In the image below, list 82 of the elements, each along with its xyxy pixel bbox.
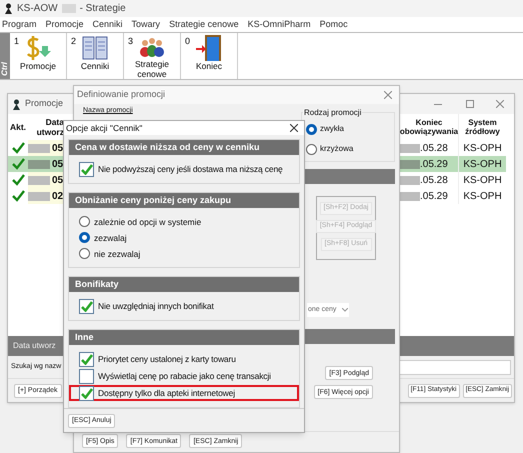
group-label: Rodzaj promocji — [303, 107, 362, 119]
table-cell-text: 05 — [52, 158, 64, 172]
app-icon — [12, 98, 21, 110]
radio-button[interactable] — [79, 248, 90, 260]
menu-item[interactable]: Strategie cenowe — [169, 18, 239, 32]
section-header: Bonifikaty — [69, 277, 299, 292]
table-cell-text: KS-OPH — [463, 158, 502, 172]
toolbar-button[interactable]: 2 Cenniki — [67, 33, 124, 79]
section-header: Inne — [69, 330, 299, 346]
close-icon[interactable] — [290, 124, 298, 132]
toolbar-button[interactable]: 1 Promocje — [10, 33, 67, 79]
dialog-title: Opcje akcji "Cennik" — [66, 122, 142, 135]
checkbox[interactable] — [79, 298, 94, 314]
toolbar-label: Promocje — [19, 61, 57, 71]
column-header: Data utworz — [36, 116, 64, 139]
window-title: KS-AOW — [17, 2, 58, 16]
checkbox-label: Priorytet ceny ustalonej z karty towaru — [98, 353, 236, 366]
toolbar-button[interactable]: 3 Strategie cenowe — [124, 33, 181, 79]
table-cell-text: .05.29 — [420, 190, 448, 204]
maximize-icon[interactable] — [466, 100, 474, 108]
shortcut-key: 0 — [185, 35, 190, 48]
chevron-down-icon — [342, 308, 348, 312]
toolbar-button[interactable]: 0 Koniec — [181, 33, 238, 79]
table-cell-text: 05 — [52, 142, 64, 156]
window-title: Definiowanie promocji — [77, 88, 166, 102]
section-header: Cena w dostawie niższa od ceny w cenniku — [69, 140, 299, 156]
radio-button[interactable] — [306, 144, 317, 154]
table-cell-text: KS-OPH — [463, 174, 502, 188]
menu-item[interactable]: Promocje — [46, 18, 84, 32]
table-cell-text: .05.28 — [420, 174, 448, 188]
checkbox-label: Nie podwyższaj ceny jeśli dostawa ma niższą cenę — [98, 163, 283, 176]
section-header: Obniżanie ceny poniżej ceny zakupu — [69, 193, 299, 208]
radio-label: zwykła — [320, 123, 344, 135]
checkbox-label: Dostępny tylko dla apteki internetowej — [98, 387, 235, 400]
checkbox[interactable] — [79, 352, 94, 367]
radio-label: krzyżowa — [320, 143, 354, 155]
column-header: System źródłowy — [464, 117, 501, 138]
column-header: Koniec obowiązywania — [400, 117, 458, 138]
radio-button[interactable] — [306, 124, 317, 134]
table-cell-text: KS-OPH — [463, 190, 502, 204]
redacted-block — [400, 160, 420, 168]
redacted-block — [28, 192, 50, 200]
toolbar-label: Strategie cenowe — [134, 59, 170, 79]
book-icon — [82, 35, 108, 61]
shortcut-key: 3 — [128, 35, 134, 48]
column-header: Akt. — [8, 120, 28, 134]
radio-button[interactable] — [79, 216, 90, 228]
redacted-block — [62, 4, 76, 13]
checkbox[interactable] — [79, 162, 94, 177]
menu-item[interactable]: Towary — [132, 18, 160, 32]
checkbox[interactable] — [79, 368, 94, 384]
checkbox[interactable] — [79, 386, 94, 401]
radio-label: zależnie od opcji w systemie — [94, 216, 202, 228]
checkbox-label: Nie uwzględniaj innych bonifikat — [98, 300, 214, 313]
shortcut-key: 1 — [14, 35, 20, 48]
door-icon — [196, 34, 222, 62]
radio-button[interactable] — [79, 232, 90, 244]
window-title: Promocje — [25, 97, 64, 110]
ctrl-label: Ctrl — [1, 62, 9, 76]
people-icon — [138, 36, 166, 58]
menu-item[interactable]: KS-OmniPharm — [248, 18, 311, 32]
table-cell-text: .05.28 — [420, 142, 448, 156]
shortcut-key: 2 — [71, 35, 76, 48]
checkbox-label: Wyświetlaj cenę po rabacie jako cenę transakcji — [98, 370, 271, 383]
table-cell-text: 05 — [52, 174, 64, 188]
redacted-block — [28, 144, 50, 152]
app-icon — [4, 3, 13, 14]
dollar-icon — [25, 34, 51, 62]
toolbar-label: Koniec — [195, 61, 223, 71]
footer-label: Data utworz — [13, 340, 56, 352]
redacted-block — [28, 176, 50, 184]
table-cell-text: KS-OPH — [463, 142, 502, 156]
menu-item[interactable]: Pomoc — [320, 18, 348, 32]
table-cell-text: .05.29 — [420, 158, 448, 172]
radio-label: zezwalaj — [94, 232, 127, 244]
menu-item[interactable]: Cenniki — [92, 18, 123, 32]
table-cell-text: 02 — [52, 190, 64, 204]
redacted-block — [28, 160, 50, 168]
window-title: - Strategie — [80, 2, 126, 16]
menu-item[interactable]: Program — [2, 18, 37, 32]
radio-label: nie zezwalaj — [94, 248, 140, 260]
toolbar-label: Cenniki — [80, 61, 110, 71]
